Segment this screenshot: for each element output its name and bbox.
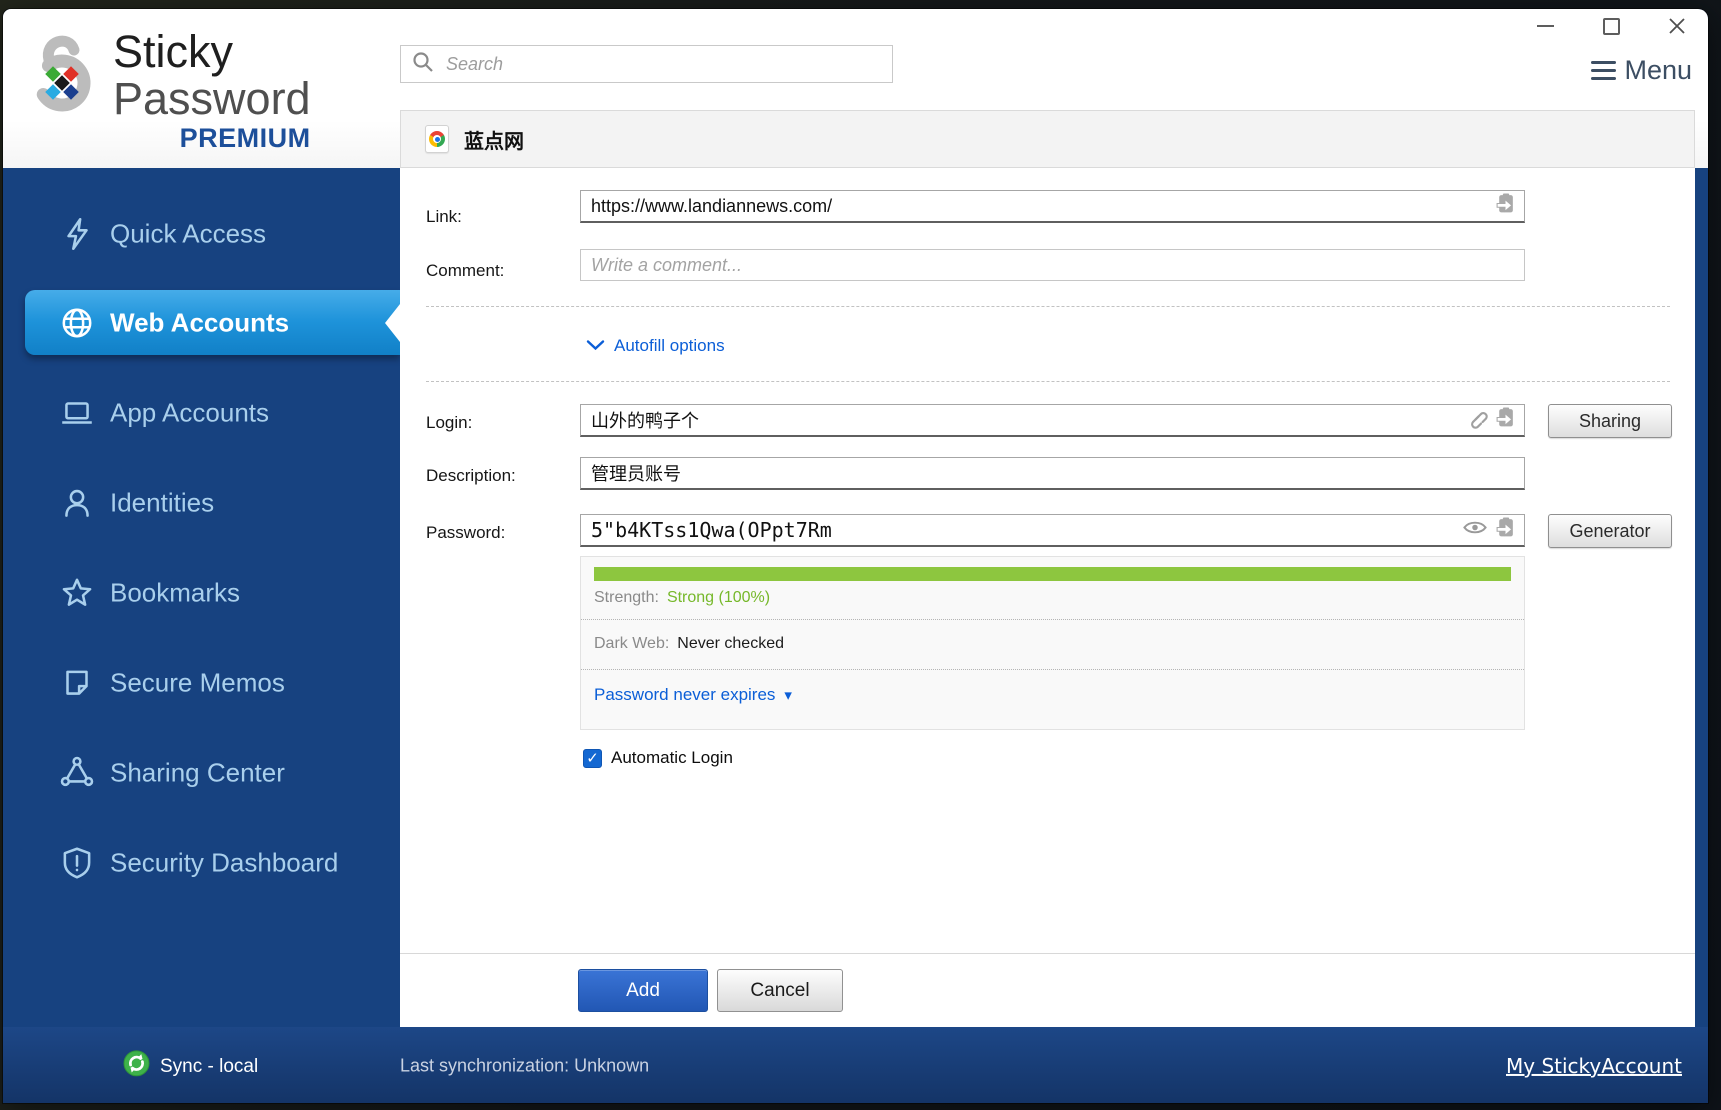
link-label: Link: (426, 207, 462, 226)
hamburger-icon (1591, 61, 1617, 80)
automatic-login-label: Automatic Login (611, 748, 733, 767)
generator-button[interactable]: Generator (1548, 514, 1672, 548)
shield-icon (58, 844, 96, 882)
chrome-favicon-icon (425, 125, 449, 153)
dark-web-value: Never checked (677, 635, 784, 652)
chevron-down-icon (586, 336, 605, 356)
last-sync-status: Last synchronization: Unknown (400, 1055, 650, 1076)
link-input[interactable] (581, 195, 1495, 217)
sidebar: Quick Access Web Accounts App Accounts I… (3, 168, 400, 1027)
password-label: Password: (426, 523, 506, 542)
sidebar-item-label: Identities (110, 487, 215, 518)
sidebar-item-sharing-center[interactable]: Sharing Center (3, 748, 400, 798)
maximize-icon[interactable] (1600, 15, 1622, 37)
minimize-icon[interactable] (1534, 15, 1556, 37)
password-info-panel: Strength: Strong (100%) Dark Web: Never … (580, 556, 1525, 730)
account-title: 蓝点网 (464, 130, 524, 153)
strength-row: Strength: Strong (100%) (594, 589, 770, 607)
autofill-options-link[interactable]: Autofill options (586, 336, 725, 356)
divider-dotted (581, 619, 1524, 620)
copy-password-icon[interactable] (1495, 517, 1516, 543)
strength-bar (594, 567, 1511, 581)
automatic-login-checkbox[interactable]: ✓ (583, 748, 602, 768)
sidebar-item-label: Web Accounts (110, 307, 290, 337)
close-icon[interactable] (1666, 15, 1688, 37)
window-controls (1534, 13, 1688, 39)
password-expires-link[interactable]: Password never expires ▾ (594, 685, 792, 705)
login-input[interactable] (581, 409, 1466, 431)
sidebar-item-label: Quick Access (110, 218, 267, 249)
add-button[interactable]: Add (578, 969, 708, 1012)
sidebar-item-app-accounts[interactable]: App Accounts (3, 388, 400, 438)
link-field (580, 190, 1525, 223)
star-icon (58, 574, 96, 612)
description-input[interactable] (581, 462, 1524, 484)
globe-icon (58, 304, 96, 342)
sidebar-item-security-dashboard[interactable]: Security Dashboard (3, 838, 400, 888)
logo-premium-badge: PREMIUM (179, 123, 311, 153)
account-title-bar: 蓝点网 (400, 110, 1695, 168)
comment-label: Comment: (426, 261, 505, 280)
sidebar-item-bookmarks[interactable]: Bookmarks (3, 568, 400, 618)
copy-login-icon[interactable] (1495, 407, 1516, 433)
search-input[interactable] (444, 52, 882, 76)
strength-value: Strong (100%) (666, 589, 771, 606)
strength-label: Strength: (594, 589, 659, 606)
sidebar-item-web-accounts[interactable]: Web Accounts (25, 290, 400, 355)
divider-dashed (426, 306, 1670, 307)
copy-link-icon[interactable] (1495, 193, 1516, 219)
dark-web-label: Dark Web: (594, 635, 670, 652)
sidebar-item-identities[interactable]: Identities (3, 478, 400, 528)
app-window: Sticky Password PREMIUM Search Menu Quic… (3, 9, 1708, 1103)
sidebar-item-label: Security Dashboard (110, 847, 339, 878)
selected-item-notch (385, 304, 400, 342)
comment-field (580, 249, 1525, 281)
sidebar-item-label: App Accounts (110, 397, 269, 428)
share-icon (58, 754, 96, 792)
sticky-password-lock-icon (25, 29, 99, 124)
search-icon (411, 50, 435, 79)
linked-accounts-icon[interactable] (1466, 407, 1488, 434)
description-label: Description: (426, 466, 516, 485)
sidebar-item-label: Secure Memos (110, 667, 285, 698)
sync-label: Sync - local (160, 1055, 259, 1077)
sidebar-item-label: Bookmarks (110, 577, 241, 608)
comment-input[interactable] (581, 254, 1524, 276)
password-input[interactable] (581, 518, 1462, 542)
sidebar-item-label: Sharing Center (110, 757, 285, 788)
person-icon (58, 484, 96, 522)
description-field (580, 457, 1525, 490)
divider-dotted (581, 669, 1524, 670)
sidebar-item-quick-access[interactable]: Quick Access (3, 209, 400, 259)
password-field (580, 514, 1525, 547)
show-password-eye-icon[interactable] (1462, 519, 1488, 541)
login-field (580, 404, 1525, 437)
menu-button[interactable]: Menu (1591, 55, 1692, 86)
caret-down-icon: ▾ (784, 686, 792, 704)
sharing-button[interactable]: Sharing (1548, 404, 1672, 438)
menu-label: Menu (1624, 55, 1692, 85)
search-box[interactable] (400, 45, 893, 83)
divider-dashed (426, 381, 1670, 382)
status-bar: Sync - local Last synchronization: Unkno… (3, 1027, 1708, 1103)
sync-status[interactable]: Sync - local (123, 1050, 258, 1083)
login-label: Login: (426, 413, 473, 432)
my-stickyaccount-link[interactable]: My StickyAccount (1506, 1054, 1682, 1078)
laptop-icon (58, 394, 96, 432)
memo-icon (58, 664, 96, 702)
cancel-button[interactable]: Cancel (717, 969, 843, 1012)
logo-line1: Sticky (113, 26, 234, 77)
lightning-icon (58, 215, 96, 253)
logo-line2: Password (113, 73, 311, 124)
app-logo: Sticky Password PREMIUM (25, 29, 311, 152)
account-form-panel: 蓝点网 Link: Comment: (400, 110, 1695, 1027)
strength-bar-fill (594, 567, 1511, 581)
dark-web-row: Dark Web: Never checked (594, 635, 784, 653)
sidebar-item-secure-memos[interactable]: Secure Memos (3, 658, 400, 708)
automatic-login-row: ✓ Automatic Login (583, 748, 733, 768)
buttons-divider (400, 953, 1695, 954)
sync-icon (123, 1050, 150, 1083)
